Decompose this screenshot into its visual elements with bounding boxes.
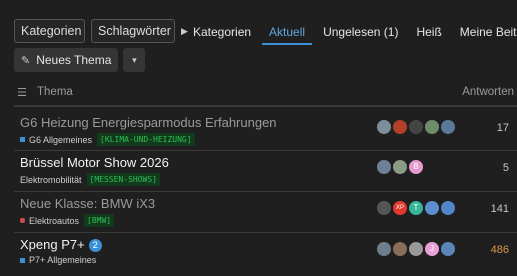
avatar[interactable] [393,120,407,134]
reply-count[interactable]: 17 [497,122,509,134]
chevron-down-icon: ▾ [132,54,137,65]
avatar[interactable]: XP [393,201,407,215]
avatar[interactable] [441,242,455,256]
avatar[interactable] [377,242,391,256]
categories-dropdown[interactable]: Kategorien ▶ [14,19,98,43]
topic-row[interactable]: Neue Klasse: BMW iX3 Elektroautos [BMW] … [14,193,517,233]
tags-dropdown[interactable]: Schlagwörter ▶ [91,19,188,43]
nav-meine-beitraege[interactable]: Meine Beiträge [460,25,517,39]
category-color-icon [20,137,25,142]
tag-link[interactable]: [KLIMA-UND-HEIZUNG] [97,133,195,146]
nav-aktuell[interactable]: Aktuell [262,25,313,45]
topic-title[interactable]: Neue Klasse: BMW iX3 [20,196,155,211]
topic-meta: Elektromobilität [MESSEN-SHOWS] [20,173,160,186]
reply-count[interactable]: 486 [491,244,509,256]
avatar[interactable] [393,242,407,256]
car-icon [20,218,25,223]
topic-title-wrap: Xpeng P7+ 2 [20,237,102,252]
categories-dropdown-label: Kategorien [21,24,82,38]
action-bar: ✎ Neues Thema ▾ [14,48,146,72]
nav-ungelesen[interactable]: Ungelesen (1) [323,25,398,39]
category-link[interactable]: G6 Allgemeines [29,135,92,145]
topic-meta: P7+ Allgemeines [20,255,96,265]
avatar[interactable] [409,242,423,256]
avatar[interactable] [441,120,455,134]
topic-nav: Kategorien Aktuell Ungelesen (1) Heiß Me… [193,25,517,45]
unread-count-badge[interactable]: 2 [88,239,102,252]
more-options-button[interactable]: ▾ [123,48,146,72]
poster-avatars: XP T [377,201,457,215]
avatar[interactable] [425,120,439,134]
avatar[interactable] [441,201,455,215]
topic-meta: Elektroautos [BMW] [20,214,115,227]
poster-avatars: B [377,160,425,174]
avatar[interactable] [393,160,407,174]
avatar[interactable]: B [409,160,423,174]
nav-heiss[interactable]: Heiß [416,25,441,39]
topic-title[interactable]: G6 Heizung Energiesparmodus Erfahrungen [20,115,277,130]
new-topic-button[interactable]: ✎ Neues Thema [14,48,119,72]
filter-bar: Kategorien ▶ Schlagwörter ▶ [14,19,188,43]
column-topic[interactable]: Thema [37,86,73,98]
caret-right-icon: ▶ [180,25,188,36]
topic-title[interactable]: Brüssel Motor Show 2026 [20,155,169,170]
poster-avatars [377,120,457,134]
poster-avatars: J [377,242,457,256]
list-icon: ☰ [17,87,27,99]
category-link[interactable]: Elektroautos [29,216,79,226]
new-topic-label: Neues Thema [36,53,112,67]
topic-row[interactable]: G6 Heizung Energiesparmodus Erfahrungen … [14,112,517,151]
topic-list-header: ☰ Thema Antworten [14,85,517,107]
category-link[interactable]: P7+ Allgemeines [29,255,96,265]
topic-title[interactable]: Xpeng P7+ [20,237,85,252]
topic-row[interactable]: Brüssel Motor Show 2026 Elektromobilität… [14,152,517,192]
pencil-icon: ✎ [21,54,31,67]
avatar[interactable] [377,201,391,215]
avatar[interactable] [377,160,391,174]
reply-count[interactable]: 141 [491,203,509,215]
category-color-icon [20,257,25,263]
tags-dropdown-label: Schlagwörter [98,24,171,38]
column-replies[interactable]: Antworten [462,86,514,98]
tag-link[interactable]: [BMW] [84,214,115,227]
nav-kategorien[interactable]: Kategorien [193,25,251,39]
reply-count[interactable]: 5 [503,162,509,174]
avatar[interactable]: T [409,201,423,215]
topic-row[interactable]: Xpeng P7+ 2 P7+ Allgemeines J 486 [14,234,517,274]
tag-link[interactable]: [MESSEN-SHOWS] [86,173,160,186]
avatar[interactable] [425,201,439,215]
avatar[interactable] [409,120,423,134]
avatar[interactable] [377,120,391,134]
topic-meta: G6 Allgemeines [KLIMA-UND-HEIZUNG] [20,133,195,146]
avatar[interactable]: J [425,242,439,256]
category-link[interactable]: Elektromobilität [20,175,82,185]
